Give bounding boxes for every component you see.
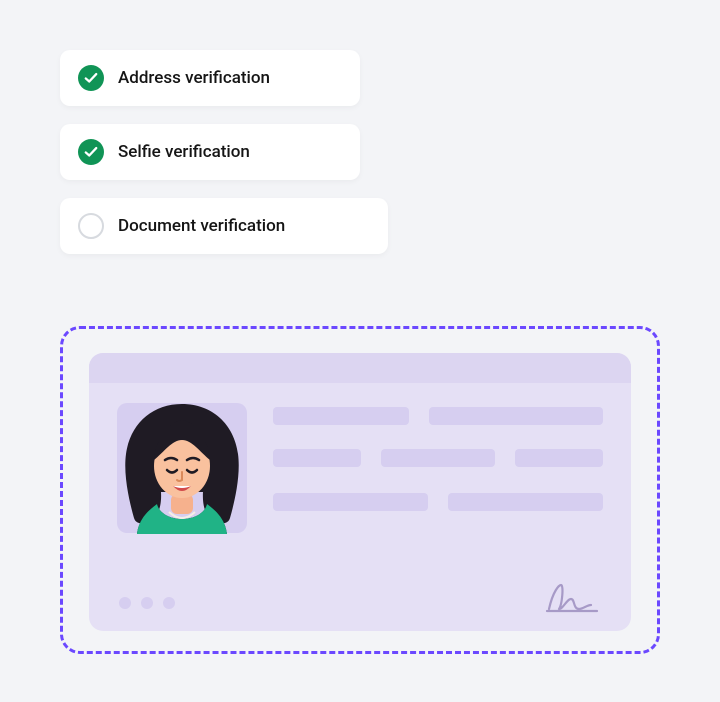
id-field-placeholder bbox=[381, 449, 494, 467]
check-icon bbox=[78, 139, 104, 165]
empty-circle-icon bbox=[78, 213, 104, 239]
id-field-placeholder bbox=[273, 449, 361, 467]
signature-icon bbox=[543, 579, 607, 617]
verification-steps-list: Address verification Selfie verification… bbox=[60, 50, 388, 254]
step-label: Selfie verification bbox=[118, 142, 250, 162]
step-label: Document verification bbox=[118, 216, 285, 236]
id-card-dots bbox=[119, 597, 175, 609]
document-upload-dropzone[interactable] bbox=[60, 326, 660, 654]
id-card-body bbox=[89, 383, 631, 631]
step-document-verification[interactable]: Document verification bbox=[60, 198, 388, 254]
id-field-placeholder bbox=[515, 449, 603, 467]
id-card-preview bbox=[89, 353, 631, 631]
id-field-placeholder bbox=[448, 493, 603, 511]
id-field-placeholder bbox=[429, 407, 603, 425]
step-address-verification[interactable]: Address verification bbox=[60, 50, 360, 106]
id-field-placeholder bbox=[273, 407, 409, 425]
dot-icon bbox=[141, 597, 153, 609]
id-card-header-strip bbox=[89, 353, 631, 383]
avatar-illustration bbox=[97, 386, 267, 556]
id-field-placeholder bbox=[273, 493, 428, 511]
dot-icon bbox=[163, 597, 175, 609]
id-photo bbox=[117, 403, 247, 533]
check-icon bbox=[78, 65, 104, 91]
dot-icon bbox=[119, 597, 131, 609]
step-selfie-verification[interactable]: Selfie verification bbox=[60, 124, 360, 180]
step-label: Address verification bbox=[118, 68, 270, 88]
